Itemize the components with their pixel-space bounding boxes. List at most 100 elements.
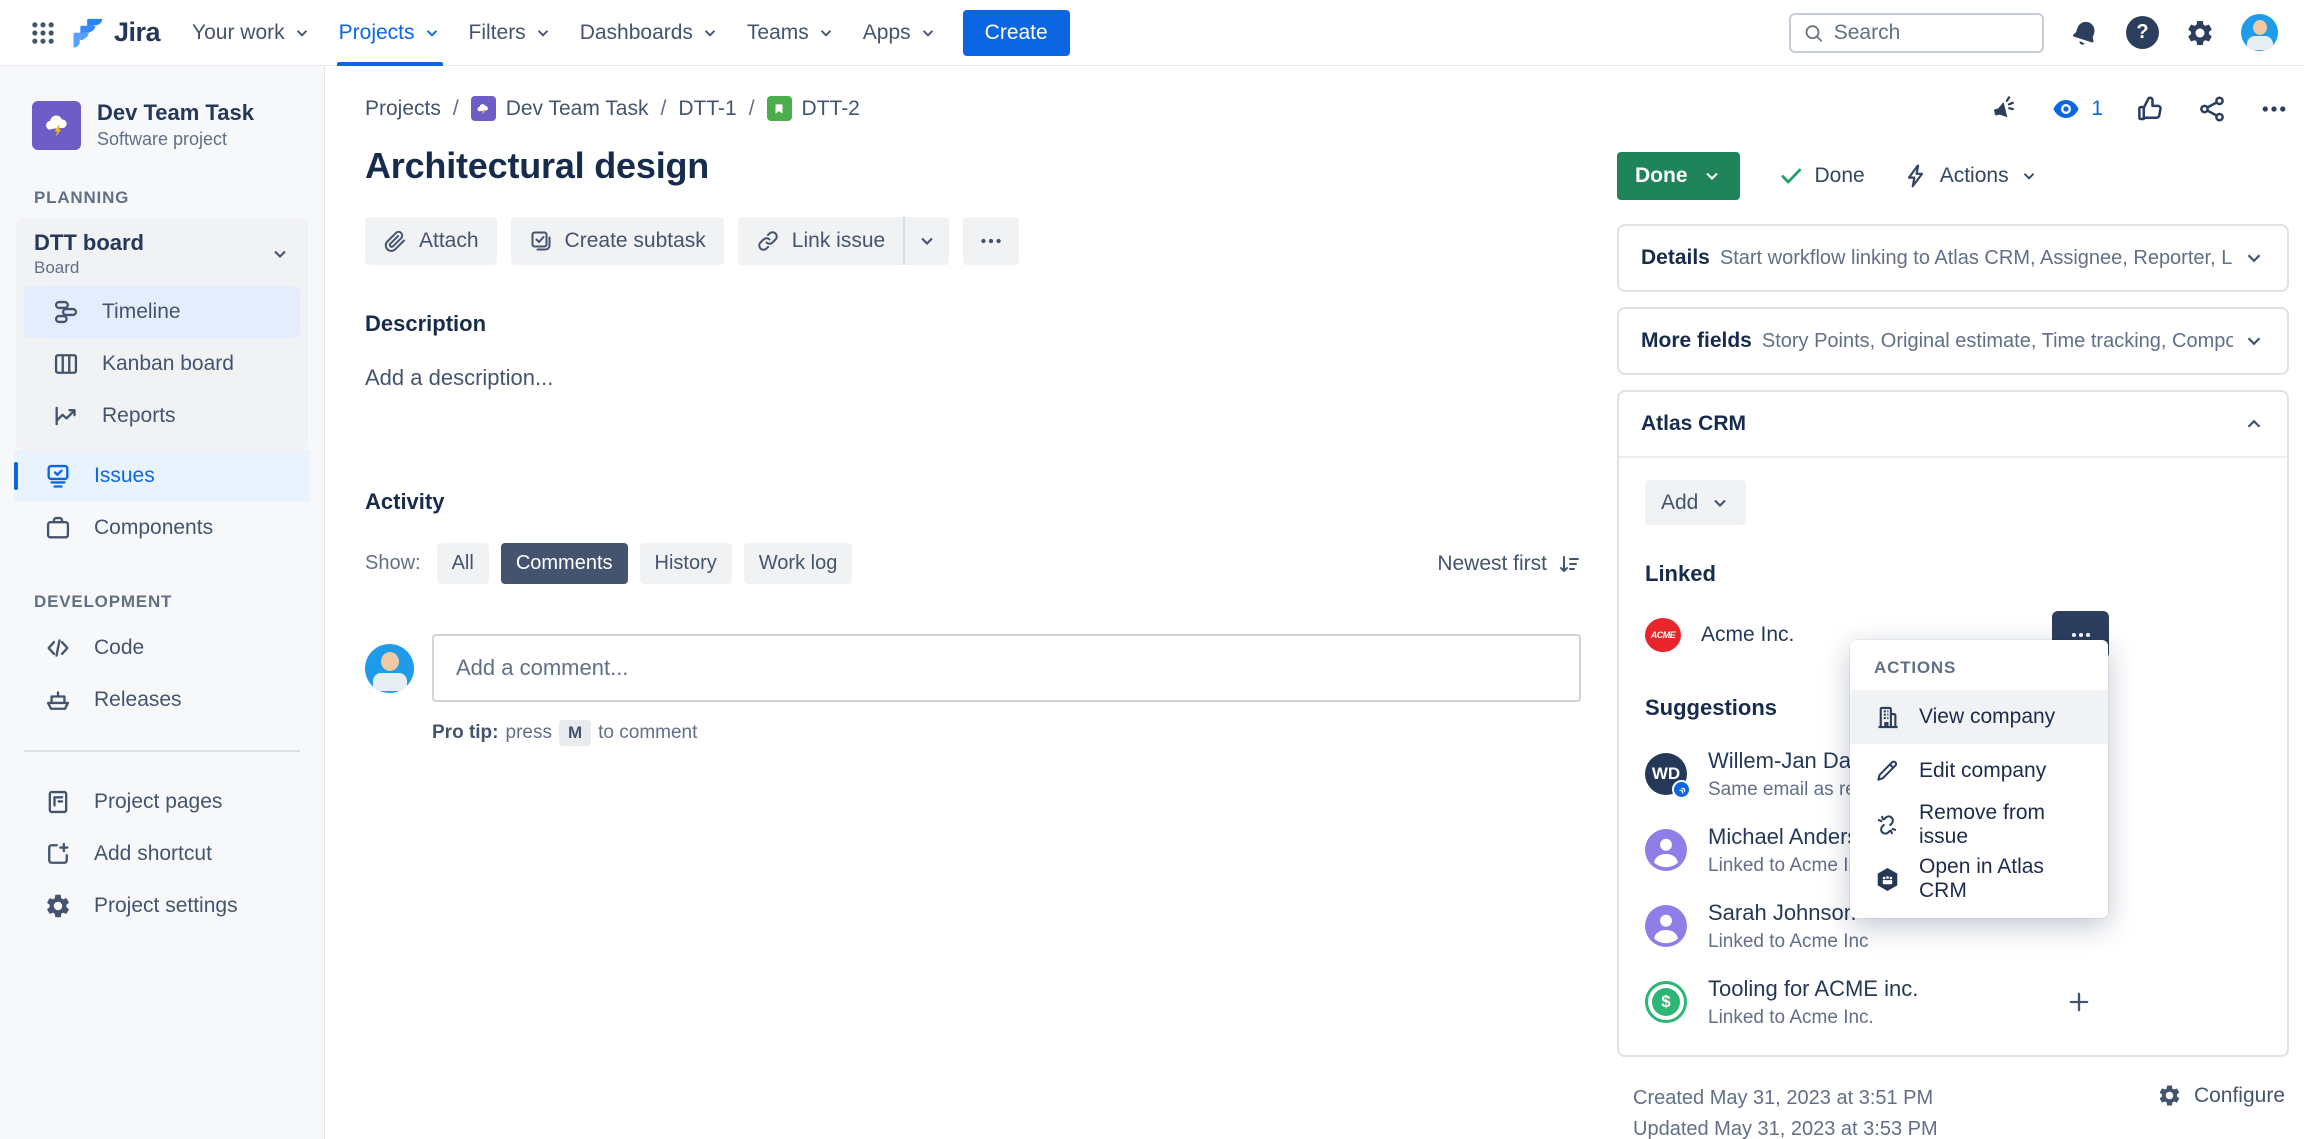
project-avatar	[32, 101, 81, 150]
description-label: Description	[365, 311, 1581, 337]
sidebar-item-timeline[interactable]: Timeline	[24, 286, 300, 338]
chevron-down-icon	[2243, 330, 2265, 352]
nav-apps[interactable]: Apps	[849, 0, 951, 66]
gear-icon	[2157, 1083, 2182, 1108]
link-issue-dropdown[interactable]	[905, 231, 949, 251]
issue-dates: Created May 31, 2023 at 3:51 PM Updated …	[1633, 1083, 1945, 1139]
filter-history[interactable]: History	[640, 543, 732, 584]
sidebar-item-releases[interactable]: Releases	[14, 674, 310, 726]
suggestion-row[interactable]: $ Tooling for ACME inc. Linked to Acme I…	[1645, 975, 2261, 1029]
story-type-icon	[767, 96, 792, 121]
board-selector[interactable]: DTT board Board	[16, 230, 308, 286]
sidebar-item-project-pages[interactable]: Project pages	[14, 776, 310, 828]
show-label: Show:	[365, 552, 421, 575]
menu-item-remove-from-issue[interactable]: Remove from issue	[1850, 798, 2108, 852]
app-switcher-icon[interactable]	[22, 12, 64, 54]
breadcrumb: Projects / Dev Team Task / DTT-1 / DTT-2	[365, 96, 1581, 121]
person-avatar-icon	[1645, 829, 1687, 871]
sort-order-control[interactable]: Newest first	[1437, 552, 1581, 576]
nav-dashboards[interactable]: Dashboards	[566, 0, 733, 66]
plus-icon	[2065, 988, 2093, 1016]
jira-logo[interactable]: Jira	[72, 16, 160, 50]
link-issue-button[interactable]: Link issue	[738, 217, 903, 265]
menu-item-edit-company[interactable]: Edit company	[1850, 744, 2108, 798]
filter-all[interactable]: All	[437, 543, 489, 584]
sidebar-item-kanban-board[interactable]: Kanban board	[24, 338, 300, 390]
help-icon[interactable]: ?	[2126, 16, 2159, 49]
sidebar-item-issues[interactable]: Issues	[14, 450, 310, 502]
sidebar-item-components[interactable]: Components	[14, 502, 310, 554]
sort-descending-icon	[1557, 552, 1581, 576]
nav-filters[interactable]: Filters	[455, 0, 566, 66]
chevron-down-icon	[1710, 493, 1730, 513]
comment-protip: Pro tip: press M to comment	[432, 720, 1581, 746]
create-subtask-button[interactable]: Create subtask	[511, 217, 724, 265]
sidebar-item-project-settings[interactable]: Project settings	[14, 880, 310, 932]
sidebar-item-label: Kanban board	[102, 352, 234, 376]
attach-button[interactable]: Attach	[365, 217, 497, 265]
breadcrumb-parent-issue[interactable]: DTT-1	[678, 97, 736, 121]
create-button[interactable]: Create	[963, 10, 1070, 56]
sidebar-item-label: Add shortcut	[94, 842, 212, 866]
atlas-crm-panel: Atlas CRM Add Linked ACME Acme Inc.	[1617, 390, 2289, 1057]
description-placeholder[interactable]: Add a description...	[365, 365, 1581, 391]
project-name: Dev Team Task	[97, 100, 254, 126]
broken-link-icon	[1872, 812, 1902, 838]
filter-work-log[interactable]: Work log	[744, 543, 853, 584]
issue-actions-row: 1	[1617, 94, 2289, 124]
chevron-down-icon	[423, 24, 441, 42]
filter-comments[interactable]: Comments	[501, 543, 628, 584]
like-thumbs-up-icon[interactable]	[2135, 94, 2165, 124]
share-icon[interactable]	[2197, 94, 2227, 124]
feedback-megaphone-icon[interactable]	[1989, 94, 2019, 124]
building-icon	[1872, 704, 1902, 731]
reports-icon	[52, 402, 80, 430]
deal-dollar-icon: $	[1645, 981, 1687, 1023]
ellipsis-icon	[978, 228, 1004, 254]
board-name: DTT board	[34, 230, 144, 256]
keyboard-key-m: M	[559, 720, 591, 746]
sidebar-item-add-shortcut[interactable]: Add shortcut	[14, 828, 310, 880]
company-actions-menu: ACTIONS View company Edit company	[1850, 640, 2108, 918]
watchers-control[interactable]: 1	[2051, 94, 2103, 124]
jira-logo-text: Jira	[114, 17, 160, 48]
acme-logo-icon: ACME	[1645, 618, 1681, 652]
status-done-dropdown[interactable]: Done	[1617, 152, 1740, 200]
sidebar-item-label: Project settings	[94, 894, 238, 918]
sidebar-item-reports[interactable]: Reports	[24, 390, 300, 442]
more-actions-button[interactable]	[963, 217, 1019, 265]
search-input[interactable]	[1789, 13, 2044, 53]
more-options-icon[interactable]	[2259, 94, 2289, 124]
atlas-crm-logo-icon	[1872, 866, 1902, 893]
more-fields-panel[interactable]: More fields Story Points, Original estim…	[1617, 307, 2289, 375]
chevron-down-icon	[919, 24, 937, 42]
breadcrumb-project[interactable]: Dev Team Task	[471, 96, 649, 121]
menu-item-view-company[interactable]: View company	[1850, 690, 2108, 744]
details-panel[interactable]: Details Start workflow linking to Atlas …	[1617, 224, 2289, 292]
comment-input[interactable]: Add a comment...	[432, 634, 1581, 702]
atlas-add-button[interactable]: Add	[1645, 480, 1746, 525]
notifications-bell-icon[interactable]	[2070, 18, 2100, 48]
search-field[interactable]	[1834, 21, 2030, 45]
breadcrumb-current-issue[interactable]: DTT-2	[767, 96, 860, 121]
timeline-icon	[52, 298, 80, 326]
add-suggestion-button[interactable]	[2065, 988, 2093, 1016]
configure-button[interactable]: Configure	[2157, 1083, 2289, 1108]
project-type: Software project	[97, 129, 254, 150]
resolution-done-indicator[interactable]: Done	[1778, 163, 1865, 189]
sidebar-item-label: Issues	[94, 464, 155, 488]
project-sidebar: Dev Team Task Software project PLANNING …	[0, 66, 325, 1139]
actions-dropdown[interactable]: Actions	[1903, 163, 2038, 189]
menu-item-open-in-atlas-crm[interactable]: Open in Atlas CRM	[1850, 852, 2108, 906]
breadcrumb-projects[interactable]: Projects	[365, 97, 441, 121]
nav-your-work[interactable]: Your work	[178, 0, 325, 66]
project-header[interactable]: Dev Team Task Software project	[0, 100, 324, 150]
watch-count: 1	[2091, 97, 2103, 121]
nav-teams[interactable]: Teams	[733, 0, 849, 66]
settings-gear-icon[interactable]	[2185, 18, 2215, 48]
nav-projects[interactable]: Projects	[325, 0, 455, 66]
user-avatar[interactable]	[2241, 14, 2278, 51]
atlas-crm-header[interactable]: Atlas CRM	[1619, 392, 2287, 458]
sidebar-item-code[interactable]: Code	[14, 622, 310, 674]
sidebar-item-label: Project pages	[94, 790, 222, 814]
